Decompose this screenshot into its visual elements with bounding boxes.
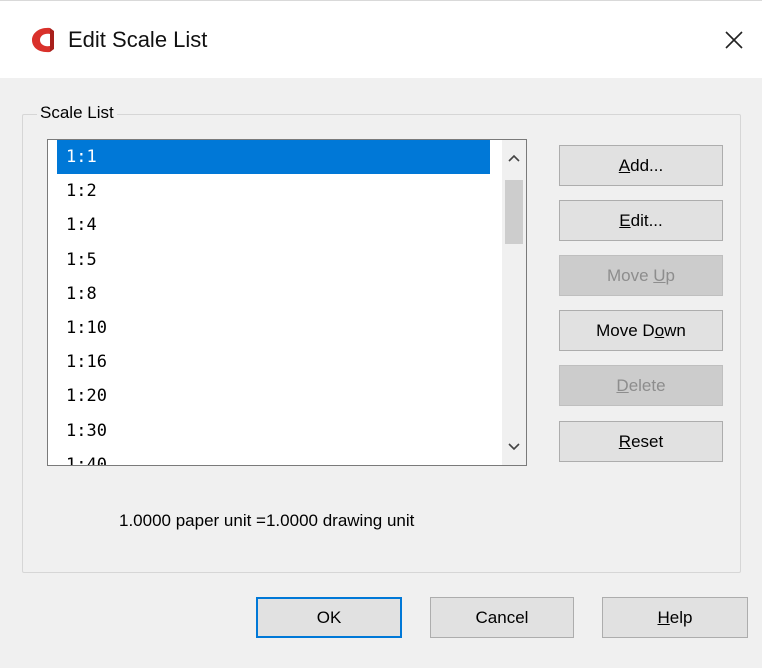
- scroll-down-button[interactable]: [502, 435, 526, 459]
- move-down-label-post: wn: [664, 320, 686, 340]
- unit-ratio-text: 1.0000 paper unit =1.0000 drawing unit: [119, 511, 415, 530]
- scale-list-group: Scale List 1:1 1:2 1:4 1:5 1:8 1:10 1:16 1:20 1:…: [22, 103, 741, 573]
- scale-list-item[interactable]: 1:20: [57, 379, 490, 413]
- scale-listbox[interactable]: 1:1 1:2 1:4 1:5 1:8 1:10 1:16 1:20 1:30 1:40: [47, 139, 527, 466]
- chevron-down-icon: [508, 443, 520, 451]
- close-button[interactable]: [706, 1, 762, 79]
- move-down-button[interactable]: Move Down: [559, 310, 723, 351]
- ok-label: OK: [316, 607, 342, 627]
- close-icon: [725, 31, 743, 49]
- delete-mnemonic: D: [616, 375, 629, 395]
- dialog-body: Scale List 1:1 1:2 1:4 1:5 1:8 1:10 1:16 1:20 1:…: [0, 78, 762, 668]
- scale-list-item[interactable]: 1:10: [57, 311, 490, 345]
- edit-mnemonic: E: [619, 210, 631, 230]
- scale-list-item[interactable]: 1:8: [57, 277, 490, 311]
- scroll-up-button[interactable]: [502, 146, 526, 170]
- logo-c-icon: [32, 27, 54, 53]
- cancel-label: Cancel: [475, 607, 529, 627]
- scale-list-item[interactable]: 1:4: [57, 208, 490, 242]
- chevron-up-icon: [508, 154, 520, 162]
- scale-list-item[interactable]: 1:2: [57, 174, 490, 208]
- delete-button[interactable]: Delete: [559, 365, 723, 406]
- scale-list-item[interactable]: 1:5: [57, 243, 490, 277]
- move-up-button[interactable]: Move Up: [559, 255, 723, 296]
- window-title: Edit Scale List: [68, 27, 208, 52]
- scale-items: 1:1 1:2 1:4 1:5 1:8 1:10 1:16 1:20 1:30 1:40: [48, 140, 502, 465]
- reset-mnemonic: R: [618, 431, 632, 451]
- move-up-label-post: p: [665, 265, 676, 285]
- ok-button[interactable]: OK: [256, 597, 402, 638]
- help-button[interactable]: Help: [602, 597, 748, 638]
- scale-list-item[interactable]: 1:40: [57, 448, 490, 465]
- add-mnemonic: A: [618, 155, 631, 175]
- add-label: dd...: [630, 155, 664, 175]
- move-up-mnemonic: U: [653, 265, 666, 285]
- scale-list-item[interactable]: 1:1: [57, 140, 490, 175]
- move-up-label-pre: Move: [606, 265, 654, 285]
- scale-list-item[interactable]: 1:16: [57, 345, 490, 379]
- move-down-label-pre: Move D: [596, 320, 655, 340]
- reset-button[interactable]: Reset: [559, 421, 723, 462]
- help-mnemonic: H: [657, 607, 670, 627]
- add-button[interactable]: Add...: [559, 145, 723, 186]
- delete-label: elete: [628, 375, 666, 395]
- reset-label: eset: [631, 431, 664, 451]
- edit-button[interactable]: Edit...: [559, 200, 723, 241]
- scroll-thumb[interactable]: [505, 180, 523, 244]
- cancel-button[interactable]: Cancel: [430, 597, 574, 638]
- group-label: Scale List: [37, 103, 117, 123]
- move-down-mnemonic: o: [654, 320, 665, 340]
- help-label: elp: [669, 607, 693, 627]
- edit-label: dit...: [630, 210, 663, 230]
- scale-list-item[interactable]: 1:30: [57, 414, 490, 448]
- title-bar: Edit Scale List: [0, 0, 762, 79]
- vertical-scrollbar[interactable]: [502, 140, 526, 465]
